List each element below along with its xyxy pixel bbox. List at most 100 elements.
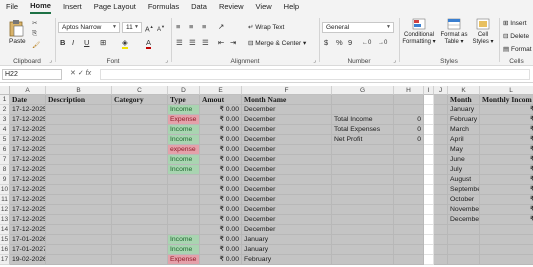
column-header-g[interactable]: G [332,86,394,95]
comma-button[interactable]: 9 [348,38,352,48]
amount-cell[interactable]: ₹ 0.00 [200,145,242,155]
month-name-cell[interactable]: January [242,245,332,255]
type-cell[interactable]: Income [168,235,200,245]
month-list-cell[interactable]: June [448,155,480,165]
table-cell[interactable] [424,125,434,135]
category-cell[interactable] [112,225,168,235]
monthly-income-cell[interactable]: ₹ 0 [480,115,533,125]
table-cell[interactable] [394,195,424,205]
monthly-income-cell[interactable]: ₹ 0 [480,205,533,215]
table-cell[interactable] [434,115,448,125]
increase-indent-icon[interactable]: ⇥ [230,38,236,48]
table-cell[interactable] [424,225,434,235]
type-cell[interactable]: expense [168,145,200,155]
currency-button[interactable]: $ [324,38,328,48]
category-cell[interactable] [112,155,168,165]
date-cell[interactable]: 17-12-2025 [10,205,46,215]
type-cell[interactable] [168,215,200,225]
amount-cell[interactable]: ₹ 0.00 [200,135,242,145]
category-cell[interactable] [112,185,168,195]
month-list-cell[interactable]: February [448,115,480,125]
type-cell[interactable] [168,175,200,185]
date-cell[interactable]: 17-12-2025 [10,145,46,155]
summary-label-cell[interactable]: Net Profit [332,135,394,145]
row-header-10[interactable]: 10 [0,185,10,195]
table-cell[interactable] [448,245,480,255]
header-cell[interactable]: Description [46,95,112,105]
table-cell[interactable] [332,255,394,265]
font-color-icon[interactable]: A [146,38,152,49]
date-cell[interactable]: 17-12-2025 [10,155,46,165]
cut-icon[interactable]: ✂ [32,19,37,27]
monthly-income-cell[interactable]: ₹ 0 [480,135,533,145]
table-cell[interactable] [424,115,434,125]
amount-cell[interactable]: ₹ 0.00 [200,215,242,225]
month-list-cell[interactable]: October [448,195,480,205]
column-header-i[interactable]: I [424,86,434,95]
description-cell[interactable] [46,165,112,175]
table-cell[interactable] [434,155,448,165]
description-cell[interactable] [46,245,112,255]
table-cell[interactable] [394,165,424,175]
description-cell[interactable] [46,235,112,245]
description-cell[interactable] [46,175,112,185]
orientation-icon[interactable]: ↗ [218,22,224,32]
month-name-cell[interactable]: December [242,225,332,235]
table-cell[interactable] [394,175,424,185]
header-cell[interactable]: Type [168,95,200,105]
table-cell[interactable] [332,215,394,225]
decrease-decimal-icon[interactable]: →0 [378,38,387,48]
row-header-1[interactable]: 1 [0,95,10,105]
description-cell[interactable] [46,185,112,195]
font-launcher-icon[interactable]: ⌟ [165,57,168,64]
table-cell[interactable] [434,125,448,135]
table-cell[interactable] [424,95,434,105]
increase-font-icon[interactable]: A▲ [145,22,154,35]
monthly-income-cell[interactable]: ₹ 0 [480,175,533,185]
row-header-6[interactable]: 6 [0,145,10,155]
row-header-7[interactable]: 7 [0,155,10,165]
table-cell[interactable] [434,105,448,115]
table-cell[interactable] [424,135,434,145]
description-cell[interactable] [46,125,112,135]
date-cell[interactable]: 17-12-2025 [10,225,46,235]
table-cell[interactable] [332,235,394,245]
type-cell[interactable] [168,225,200,235]
month-name-cell[interactable]: December [242,205,332,215]
table-cell[interactable] [480,255,533,265]
menu-view[interactable]: View [256,0,272,14]
table-cell[interactable] [394,215,424,225]
type-cell[interactable]: Expense [168,115,200,125]
month-name-cell[interactable]: December [242,185,332,195]
header-cell[interactable]: Date [10,95,46,105]
month-name-cell[interactable]: December [242,215,332,225]
monthly-income-cell[interactable]: ₹ 0 [480,165,533,175]
number-launcher-icon[interactable]: ⌟ [393,57,396,64]
month-name-cell[interactable]: January [242,235,332,245]
description-cell[interactable] [46,135,112,145]
menu-page-layout[interactable]: Page Layout [94,0,136,14]
type-cell[interactable]: Income [168,245,200,255]
month-list-cell[interactable]: November [448,205,480,215]
month-name-cell[interactable]: December [242,115,332,125]
type-cell[interactable]: Income [168,165,200,175]
monthly-income-cell[interactable]: ₹ 0 [480,195,533,205]
font-size-select[interactable]: 11 ▼ [122,22,142,33]
monthly-income-cell[interactable]: ₹ 0 [480,215,533,225]
menu-insert[interactable]: Insert [63,0,82,14]
insert-cells-button[interactable]: ⊞ Insert [503,19,527,27]
row-header-16[interactable]: 16 [0,245,10,255]
table-cell[interactable] [424,215,434,225]
table-cell[interactable] [434,195,448,205]
table-cell[interactable] [332,165,394,175]
row-header-5[interactable]: 5 [0,135,10,145]
row-header-13[interactable]: 13 [0,215,10,225]
align-top-icon[interactable]: ≡ [176,22,180,32]
table-cell[interactable] [434,185,448,195]
format-as-table-button[interactable]: Format as Table ▾ [440,18,468,46]
description-cell[interactable] [46,115,112,125]
description-cell[interactable] [46,225,112,235]
month-name-cell[interactable]: December [242,125,332,135]
column-header-c[interactable]: C [112,86,168,95]
table-cell[interactable] [394,205,424,215]
